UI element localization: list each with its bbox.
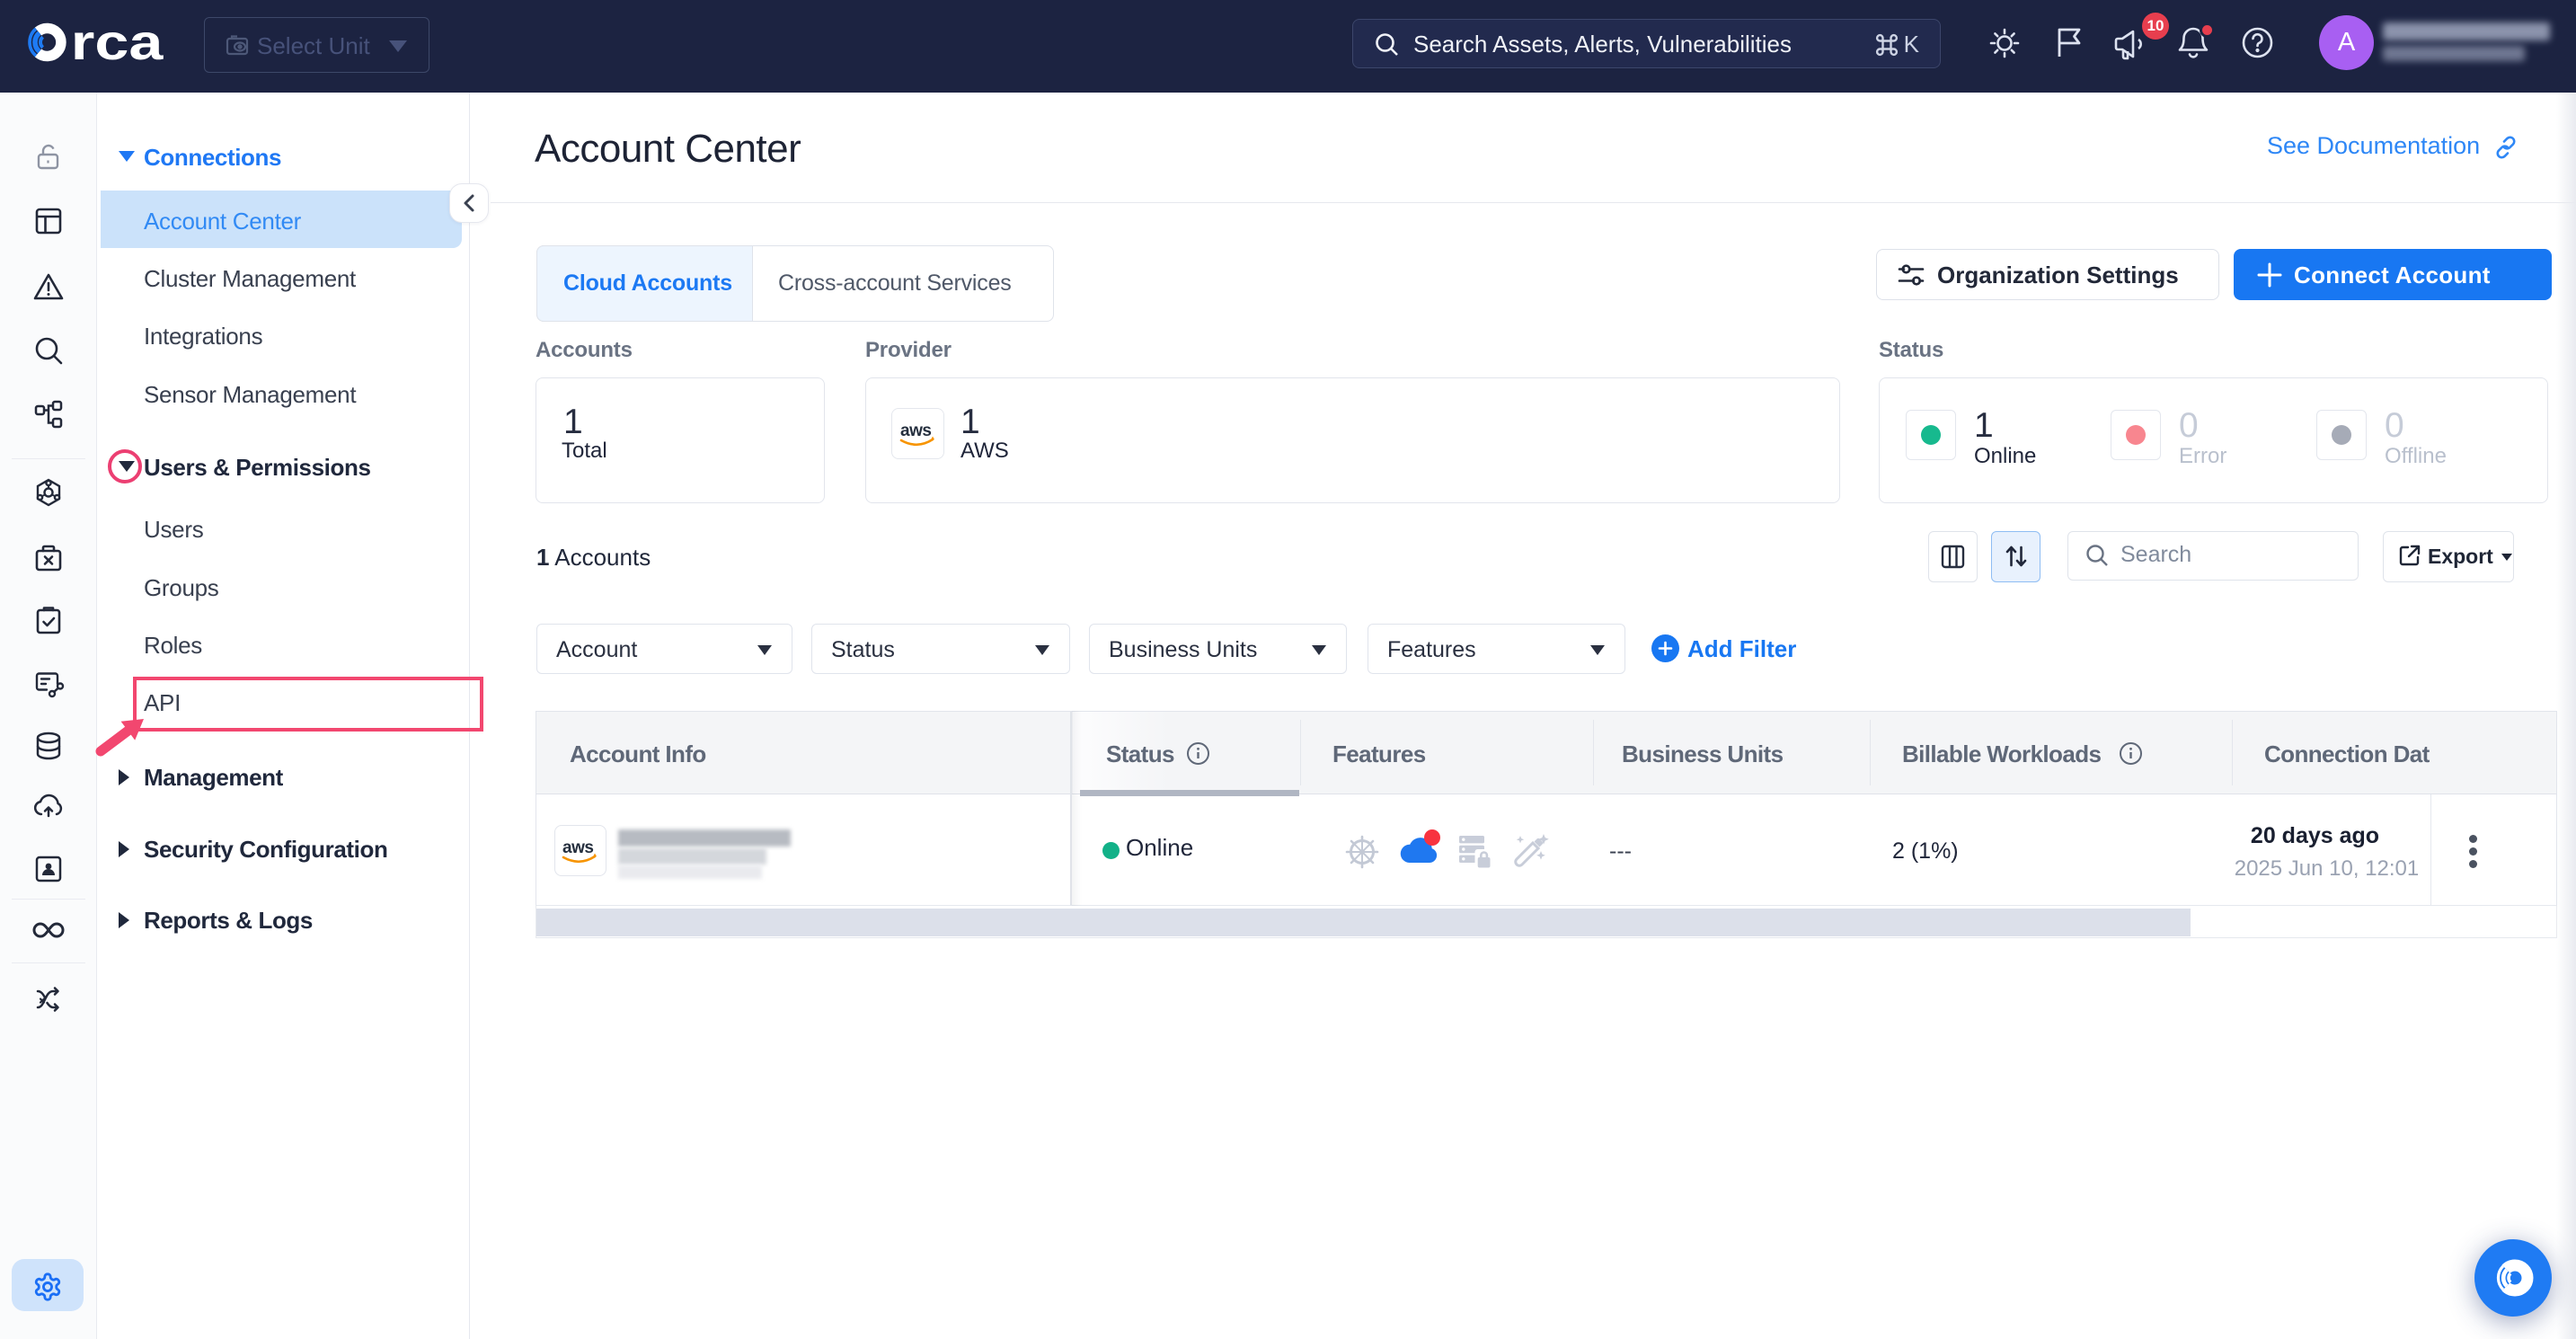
svg-text:aws: aws <box>900 421 931 440</box>
svg-text:rca: rca <box>71 18 164 71</box>
svg-text:aws: aws <box>562 838 593 857</box>
